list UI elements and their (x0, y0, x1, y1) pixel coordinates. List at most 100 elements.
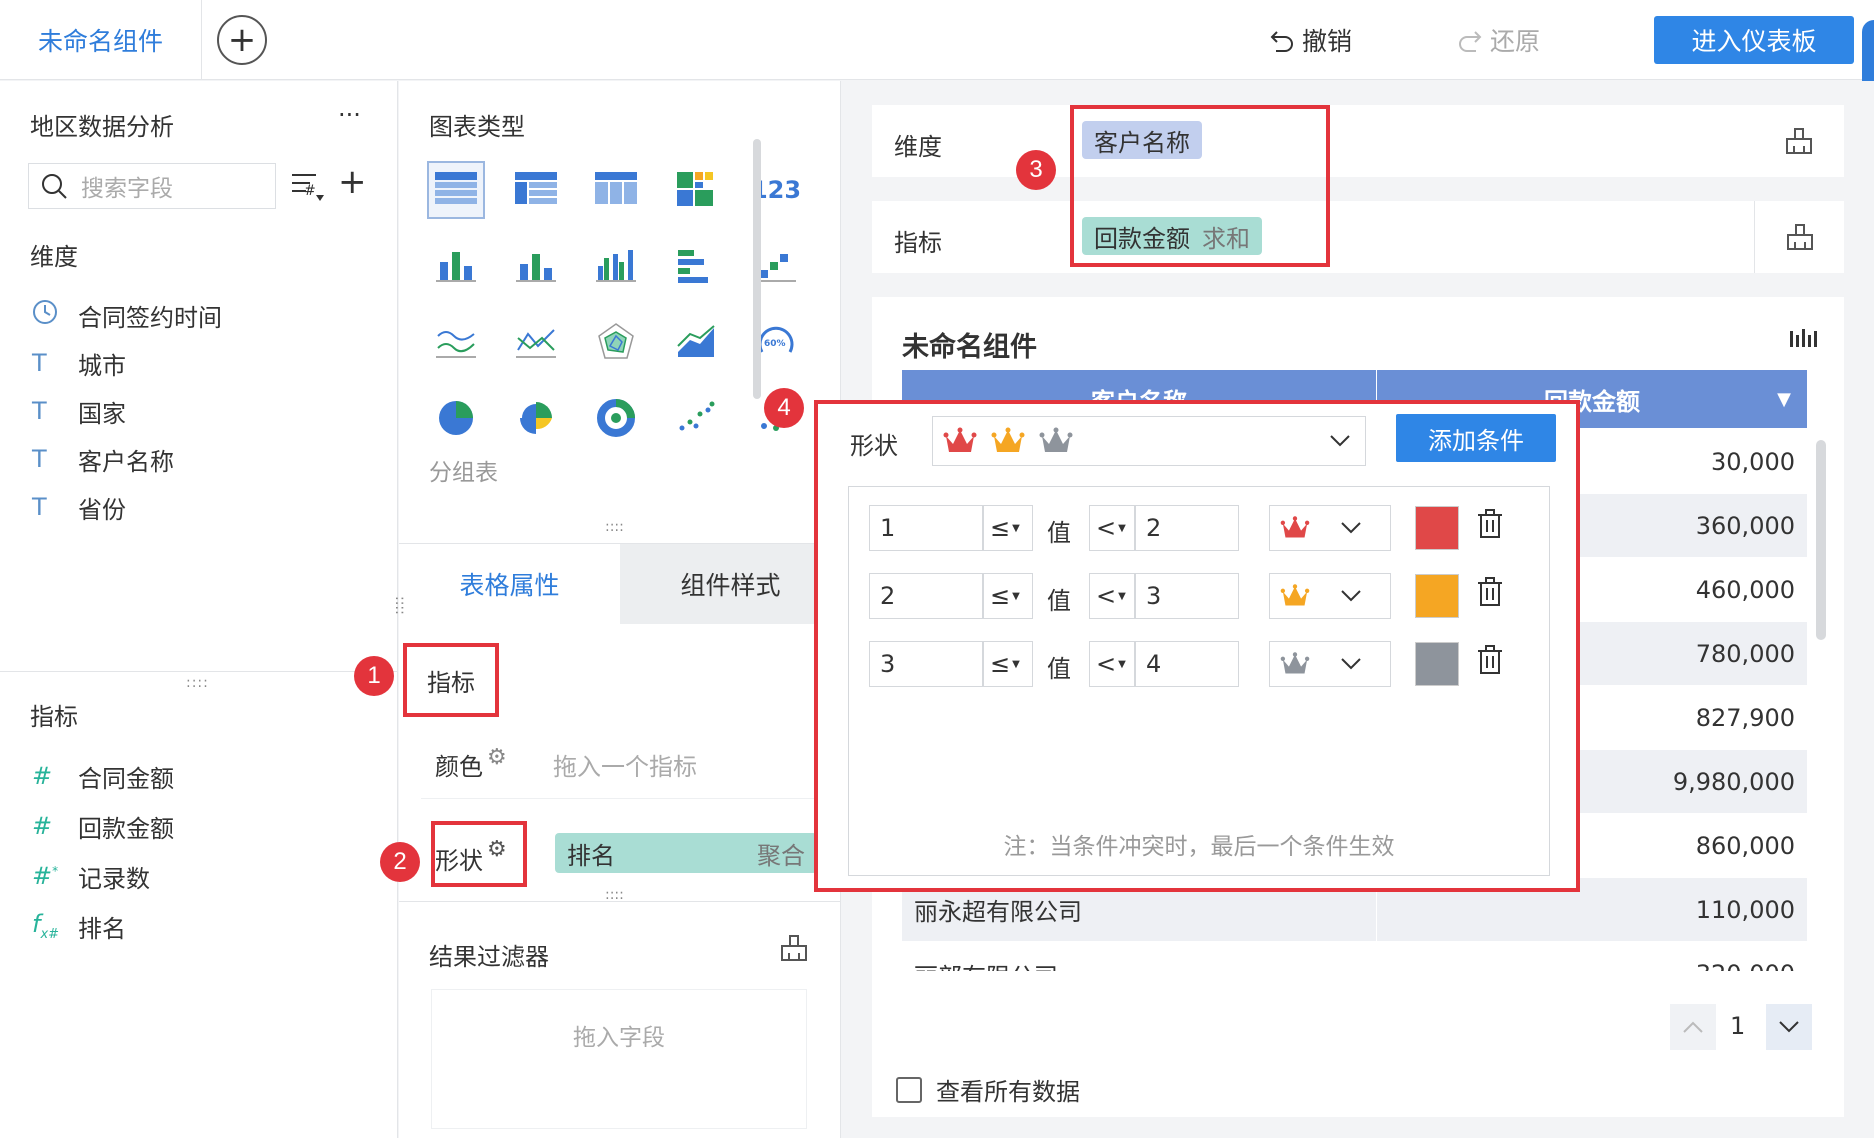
condition-min-input[interactable]: 2 (869, 573, 983, 619)
add-tab-button[interactable]: + (217, 15, 267, 65)
dimension-shelf-clear-icon[interactable] (1754, 105, 1844, 177)
metric-label: 回款金额 (78, 814, 174, 843)
add-field-icon[interactable]: + (338, 165, 367, 199)
metric-list: # 合同金额 # 回款金额 #* 记录数 fx# 排名 (30, 751, 174, 951)
rose-pie-icon[interactable] (507, 389, 565, 447)
polyline-chart-icon[interactable] (507, 313, 565, 371)
table-scrollbar[interactable] (1816, 440, 1826, 640)
page-down-button[interactable] (1766, 1004, 1812, 1050)
field-sort-icon[interactable]: # (290, 169, 330, 209)
condition-min-input[interactable]: 3 (869, 641, 983, 687)
undo-label: 撤销 (1302, 27, 1353, 56)
condition-op1-select[interactable]: ≤ ▼ (983, 641, 1033, 687)
condition-color-swatch[interactable] (1415, 506, 1459, 550)
search-icon (42, 174, 67, 199)
tab-component-style[interactable]: 组件样式 (620, 544, 841, 624)
table-row[interactable]: 丽部有限公司320,000 (902, 942, 1807, 972)
condition-op1-select[interactable]: ≤ ▼ (983, 505, 1033, 551)
condition-max-input[interactable]: 2 (1135, 505, 1239, 551)
shape-condition-popup: 形状 添加条件 1 ≤ ▼ 值 < ▼ 2 2 ≤ ▼ 值 < ▼ 3 3 ≤ ▼ 值 <… (814, 400, 1580, 892)
condition-color-swatch[interactable] (1415, 574, 1459, 618)
redo-button[interactable]: 还原 (1456, 22, 1540, 58)
sort-dropdown-icon[interactable]: ▼ (1777, 389, 1791, 410)
color-gear-icon[interactable]: ⚙ (487, 745, 507, 770)
condition-op2-select[interactable]: < ▼ (1089, 641, 1135, 687)
number-type-icon: # (32, 812, 53, 840)
donut-chart-icon[interactable] (587, 389, 645, 447)
value-label: 值 (1047, 655, 1071, 683)
condition-min-input[interactable]: 1 (869, 505, 983, 551)
color-drop-placeholder[interactable]: 拖入一个指标 (553, 747, 697, 782)
dimension-item-province[interactable]: T 省份 (30, 483, 222, 531)
area-chart-icon[interactable] (667, 313, 725, 371)
condition-shape-select[interactable] (1269, 573, 1391, 619)
filter-clear-icon[interactable] (779, 933, 809, 967)
svg-text:60%: 60% (764, 339, 786, 349)
metric-shelf-label: 指标 (894, 229, 942, 257)
add-condition-button[interactable]: 添加条件 (1396, 414, 1556, 462)
panel-resize-handle-icon[interactable]: :::: (392, 596, 408, 615)
enter-dashboard-button[interactable]: 进入仪表板 (1654, 16, 1854, 64)
value-label: 值 (1047, 587, 1071, 615)
delete-condition-icon[interactable] (1477, 577, 1503, 611)
redo-label: 还原 (1490, 27, 1541, 56)
metric-item-rank[interactable]: fx# 排名 (30, 901, 174, 951)
tab-table-properties[interactable]: 表格属性 (399, 544, 620, 624)
view-all-data[interactable]: 查看所有数据 (896, 1072, 1080, 1107)
radar-chart-icon[interactable] (587, 313, 645, 371)
dimension-item-contract-time[interactable]: 合同签约时间 (30, 291, 222, 339)
dimension-item-country[interactable]: T 国家 (30, 387, 222, 435)
delete-condition-icon[interactable] (1477, 509, 1503, 543)
page-up-button[interactable] (1670, 1004, 1716, 1050)
resize-handle-icon[interactable]: :::: (605, 519, 624, 535)
pie-chart-icon[interactable] (427, 389, 485, 447)
condition-max-input[interactable]: 4 (1135, 641, 1239, 687)
chart-grid-scrollbar[interactable] (753, 139, 761, 399)
resize-handle-icon[interactable]: :::: (186, 675, 209, 691)
caret-down-icon: ▼ (1012, 590, 1020, 602)
undo-icon (1270, 31, 1293, 52)
metric-shelf: 指标 (872, 201, 1816, 273)
heatmap-table-icon[interactable] (667, 161, 725, 219)
delete-condition-icon[interactable] (1477, 645, 1503, 679)
shape-gear-icon[interactable]: ⚙ (487, 837, 507, 862)
crown-orange-icon (991, 427, 1025, 452)
horizontal-bar-icon[interactable] (667, 237, 725, 295)
stacked-bar-icon[interactable] (427, 237, 485, 295)
dimension-item-city[interactable]: T 城市 (30, 339, 222, 387)
condition-op2-select[interactable]: < ▼ (1089, 505, 1135, 551)
metric-item-payment-amount[interactable]: # 回款金额 (30, 801, 174, 851)
cross-table-icon[interactable] (587, 161, 645, 219)
scatter-chart-icon[interactable] (667, 389, 725, 447)
view-all-checkbox[interactable] (896, 1076, 922, 1103)
undo-button[interactable]: 撤销 (1268, 22, 1352, 58)
svg-text:#: # (304, 183, 316, 199)
grouped-bar-icon[interactable] (587, 237, 645, 295)
condition-max-input[interactable]: 3 (1135, 573, 1239, 619)
tab-unnamed-component[interactable]: 未命名组件 (0, 0, 202, 80)
metric-item-contract-amount[interactable]: # 合同金额 (30, 751, 174, 801)
condition-op2-select[interactable]: < ▼ (1089, 573, 1135, 619)
metric-item-record-count[interactable]: #* 记录数 (30, 851, 174, 901)
component-settings-icon[interactable] (1788, 327, 1818, 355)
shape-style-select[interactable] (932, 416, 1366, 466)
condition-color-swatch[interactable] (1415, 642, 1459, 686)
search-field[interactable]: 搜索字段 (28, 163, 276, 209)
condition-shape-select[interactable] (1269, 505, 1391, 551)
chevron-down-icon (1779, 1021, 1799, 1033)
metric-shelf-clear-icon[interactable] (1754, 201, 1844, 273)
bar-chart-icon[interactable] (507, 237, 565, 295)
detail-table-icon[interactable] (507, 161, 565, 219)
more-menu-icon[interactable]: ··· (338, 101, 361, 129)
line-chart-icon[interactable] (427, 313, 485, 371)
condition-op1-select[interactable]: ≤ ▼ (983, 573, 1033, 619)
grouped-table-icon[interactable] (427, 161, 485, 219)
filter-drop-zone[interactable]: 拖入字段 (431, 989, 807, 1129)
dimension-item-customer[interactable]: T 客户名称 (30, 435, 222, 483)
condition-shape-select[interactable] (1269, 641, 1391, 687)
dimension-label: 合同签约时间 (78, 303, 222, 332)
shape-field-pill[interactable]: 排名 聚合 (555, 833, 817, 873)
crown-red-icon (1280, 516, 1310, 538)
caret-down-icon: ▼ (1012, 658, 1020, 670)
shape-field-agg: 聚合 (757, 841, 805, 870)
